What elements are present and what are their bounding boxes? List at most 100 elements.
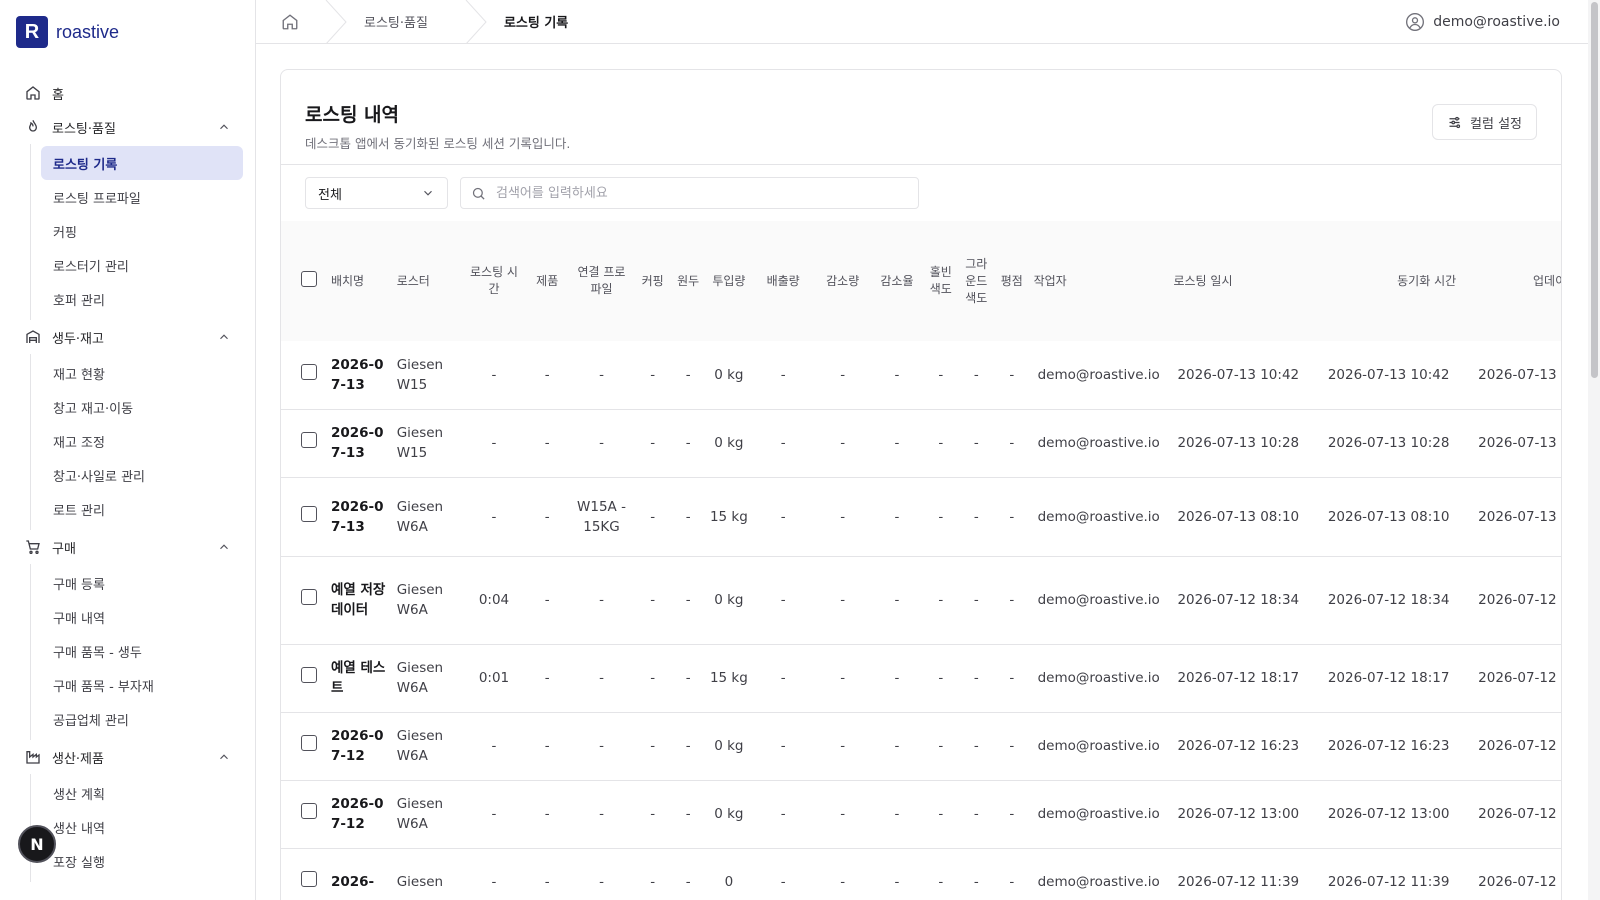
sidebar-item-warehouse-silo[interactable]: 창고·사일로 관리 (41, 458, 243, 492)
assistant-avatar-button[interactable]: N (18, 825, 56, 863)
table-cell: 2026-07-12 18:17 (1319, 644, 1471, 713)
row-checkbox[interactable] (300, 432, 317, 448)
column-header[interactable]: 감소량 (814, 221, 871, 341)
column-header[interactable]: 제품 (526, 221, 569, 341)
table-row[interactable]: 2026-07-12 Giesen W6A - - - - -0 kg - - - - - - demo@… (281, 712, 1561, 781)
column-header[interactable]: 업데이트 날 (1470, 221, 1561, 341)
row-checkbox[interactable] (300, 871, 317, 887)
row-select-cell (281, 341, 327, 410)
sidebar-item-stock-adjustment[interactable]: 재고 조정 (41, 424, 243, 458)
column-header[interactable]: 작업자 (1029, 221, 1170, 341)
table-cell: - (870, 409, 924, 478)
batch-name-cell[interactable]: 예열 테스트 (326, 644, 393, 713)
sidebar-item-stock-status[interactable]: 재고 현황 (41, 356, 243, 390)
sidebar-item-roaster-management[interactable]: 로스터기 관리 (41, 248, 243, 282)
sidebar-item-supplier-management[interactable]: 공급업체 관리 (41, 702, 243, 736)
sidebar-item-roasting-profile[interactable]: 로스팅 프로파일 (41, 180, 243, 214)
column-header[interactable]: 투입량 (705, 221, 752, 341)
table-cell: 2026-07-13 08:10 (1470, 477, 1561, 557)
batch-name-cell[interactable]: 2026-07-13 (326, 477, 393, 557)
table-row[interactable]: 2026-07-13 Giesen W15- - - - -0 kg - - - - - - demo@… (281, 409, 1561, 478)
sidebar-item-production-plan[interactable]: 생산 계획 (41, 776, 243, 810)
column-header[interactable]: 감소율 (870, 221, 924, 341)
table-cell: 0 kg (705, 712, 752, 781)
column-header[interactable]: 평점 (994, 221, 1030, 341)
nav-home[interactable]: 홈 (0, 76, 255, 110)
column-header[interactable]: 연결 프로파일 (568, 221, 635, 341)
table-cell: - (870, 644, 924, 713)
table-row[interactable]: 2026-07-13 Giesen W15- - - - -0 kg - - - - - - demo@… (281, 341, 1561, 410)
row-checkbox[interactable] (300, 803, 317, 819)
sidebar-item-purchase-materials[interactable]: 구매 품목 - 부자재 (41, 668, 243, 702)
row-checkbox[interactable] (300, 735, 317, 751)
scrollbar-thumb[interactable] (1591, 2, 1598, 378)
row-checkbox[interactable] (300, 589, 317, 605)
column-header[interactable]: 배치명 (326, 221, 393, 341)
sidebar-item-lot-management[interactable]: 로트 관리 (41, 492, 243, 526)
table-row[interactable]: 2026-07-12 Giesen W6A - - - - -0 kg - - - - - - demo@… (281, 780, 1561, 849)
header-select-all[interactable] (281, 221, 327, 341)
table-cell: - (634, 341, 671, 410)
table-cell: - (634, 644, 671, 713)
search-input[interactable] (496, 185, 896, 201)
table-cell: 2026-07-13 10:28 (1319, 409, 1471, 478)
user-circle-icon (1406, 12, 1425, 31)
select-all-checkbox[interactable] (300, 270, 317, 287)
row-checkbox[interactable] (300, 667, 317, 683)
user-menu[interactable]: demo@roastive.io (1405, 12, 1600, 32)
column-header[interactable]: 동기화 시간 (1319, 221, 1471, 341)
row-checkbox[interactable] (300, 505, 317, 522)
table-cell: 0:04 (461, 556, 527, 645)
column-header[interactable]: 원두 (670, 221, 706, 341)
nav-green-inventory[interactable]: 생두·재고 (0, 320, 255, 354)
page-scrollbar[interactable] (1588, 0, 1600, 900)
column-header[interactable]: 커핑 (634, 221, 671, 341)
nav-production[interactable]: 생산·제품 (0, 740, 255, 774)
column-header[interactable]: 로스터 (392, 221, 462, 341)
column-settings-button[interactable]: 컬럼 설정 (1432, 104, 1537, 140)
batch-name-cell[interactable]: 예열 저장 데이터 (326, 556, 393, 645)
sidebar-item-packaging-run[interactable]: 포장 실행 (41, 844, 243, 878)
table-cell: 2026-07-12 18:17 (1470, 644, 1561, 713)
sidebar-item-roasting-record[interactable]: 로스팅 기록 (41, 146, 243, 180)
roasting-table: 배치명 로스터 로스팅 시간 제품 연결 프로파일 커핑 원두 투입량 배출량 … (281, 221, 1561, 900)
table-cell: - (994, 341, 1030, 410)
column-header[interactable]: 로스팅 일시 (1169, 221, 1320, 341)
column-header[interactable]: 그라운드 색도 (958, 221, 995, 341)
column-header[interactable]: 배출량 (751, 221, 815, 341)
sidebar-item-purchase-history[interactable]: 구매 내역 (41, 600, 243, 634)
sidebar-item-purchase-green[interactable]: 구매 품목 - 생두 (41, 634, 243, 668)
column-header[interactable]: 홀빈 색도 (923, 221, 959, 341)
batch-name-cell[interactable]: 2026-07-13 (326, 409, 393, 478)
table-row[interactable]: 2026- Giesen - - - - -0- - - - - - demo@roastive.io 2… (281, 848, 1561, 900)
chevron-up-icon (220, 334, 228, 340)
sidebar-item-hopper-management[interactable]: 호퍼 관리 (41, 282, 243, 316)
table-cell: - (994, 644, 1030, 713)
table-cell: - (526, 556, 569, 645)
table-body: 2026-07-13 Giesen W15- - - - -0 kg - - - - - - demo@… (281, 341, 1561, 900)
table-cell: - (568, 556, 635, 645)
table-row[interactable]: 예열 테스트 Giesen W6A 0:01- - - -15 kg - - - - - - demo@… (281, 644, 1561, 713)
batch-name-cell[interactable]: 2026-07-12 (326, 780, 393, 849)
filter-select[interactable]: 전체 (305, 177, 448, 209)
breadcrumb-parent[interactable]: 로스팅·품질 (324, 0, 464, 44)
batch-name-cell[interactable]: 2026-07-13 (326, 341, 393, 410)
column-settings-label: 컬럼 설정 (1470, 116, 1522, 132)
batch-name-cell[interactable]: 2026- (326, 848, 393, 900)
brand[interactable]: R roastive (0, 0, 255, 64)
sidebar-item-warehouse-stock-transfer[interactable]: 창고 재고·이동 (41, 390, 243, 424)
sidebar-item-cupping[interactable]: 커핑 (41, 214, 243, 248)
sidebar-item-purchase-register[interactable]: 구매 등록 (41, 566, 243, 600)
breadcrumb-home[interactable] (256, 0, 324, 44)
table-row[interactable]: 예열 저장 데이터 Giesen W6A 0:04- - - -0 kg - - - - - - dem… (281, 556, 1561, 645)
sidebar-item-production-history[interactable]: 생산 내역 (41, 810, 243, 844)
batch-name-cell[interactable]: 2026-07-12 (326, 712, 393, 781)
breadcrumb-parent-label: 로스팅·품질 (364, 16, 428, 31)
nav-roasting-quality[interactable]: 로스팅·품질 (0, 110, 255, 144)
table-row[interactable]: 2026-07-13 Giesen W6A - - W15A - 15KG - -15 kg… (281, 477, 1561, 557)
row-select-cell (281, 780, 327, 849)
column-header[interactable]: 로스팅 시간 (461, 221, 527, 341)
table-cell: - (670, 477, 706, 557)
row-checkbox[interactable] (300, 363, 317, 380)
nav-purchase[interactable]: 구매 (0, 530, 255, 564)
